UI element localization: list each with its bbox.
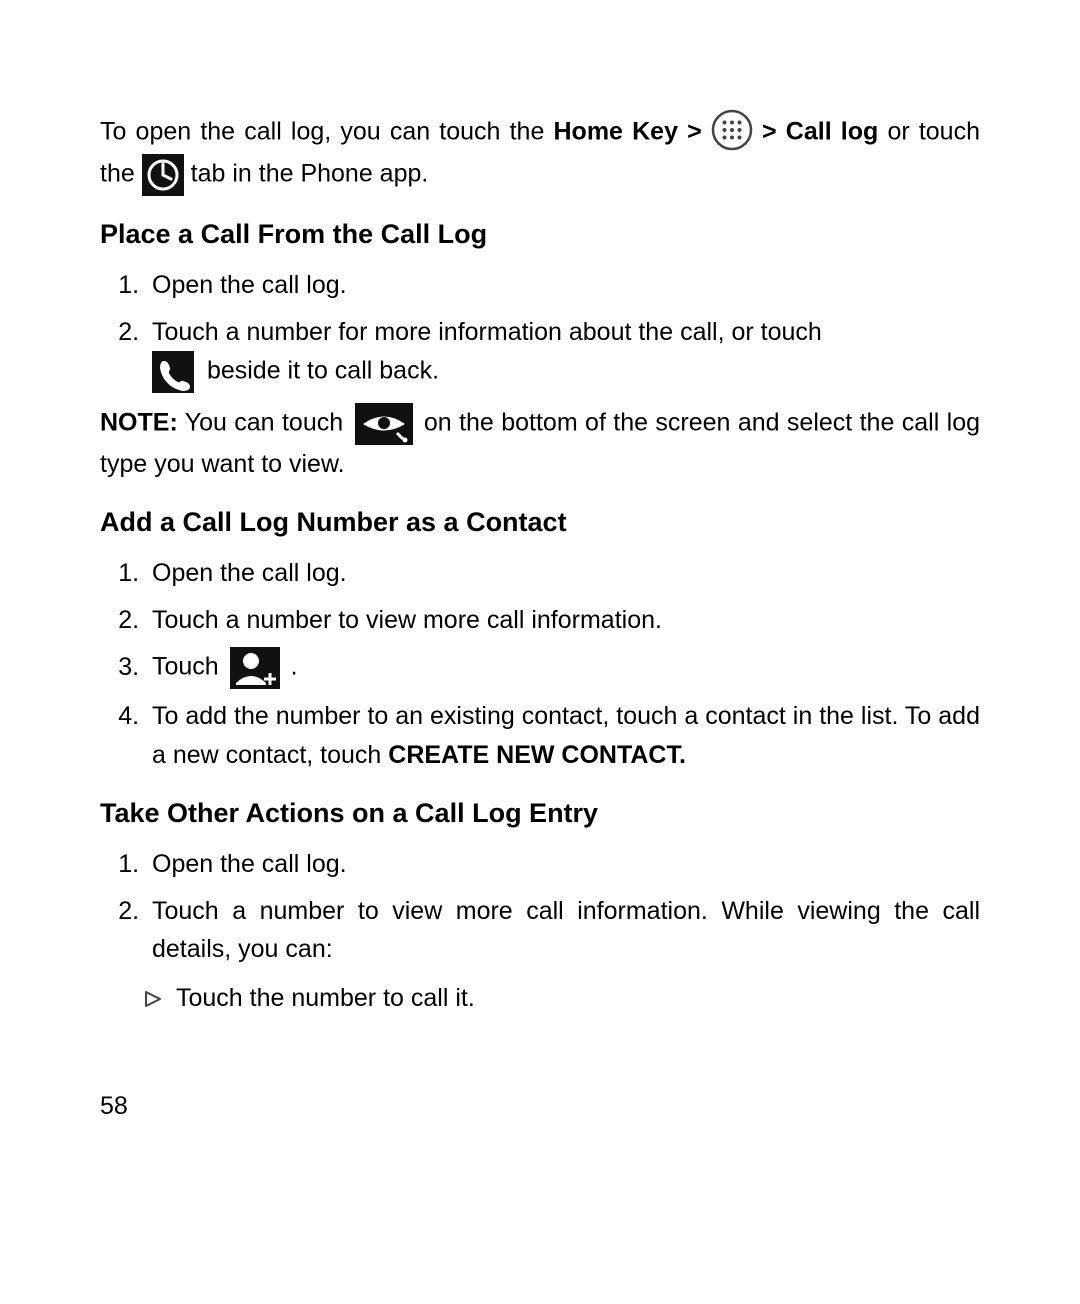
place-step-1: Open the call log. bbox=[146, 266, 980, 305]
intro-paragraph: To open the call log, you can touch the … bbox=[100, 112, 980, 196]
heading-other-actions: Take Other Actions on a Call Log Entry bbox=[100, 793, 980, 835]
add-contact-steps: Open the call log. Touch a number to vie… bbox=[100, 554, 980, 775]
add-step-4b: CREATE NEW CONTACT. bbox=[388, 741, 686, 769]
add-step-1: Open the call log. bbox=[146, 554, 980, 593]
intro-home-key: Home Key > bbox=[554, 118, 711, 146]
place-step-2a: Touch a number for more information abou… bbox=[152, 318, 822, 346]
manual-page: To open the call log, you can touch the … bbox=[0, 0, 1080, 1304]
heading-add-contact: Add a Call Log Number as a Contact bbox=[100, 502, 980, 544]
note-label: NOTE: bbox=[100, 409, 178, 437]
actions-sub-bullet: Touch the number to call it. bbox=[100, 979, 980, 1018]
triangle-bullet-icon bbox=[144, 990, 162, 1008]
intro-text-1: To open the call log, you can touch the bbox=[100, 118, 554, 146]
actions-step-2: Touch a number to view more call informa… bbox=[146, 892, 980, 970]
other-actions-steps: Open the call log. Touch a number to vie… bbox=[100, 845, 980, 969]
place-call-steps: Open the call log. Touch a number for mo… bbox=[100, 266, 980, 394]
actions-step-1: Open the call log. bbox=[146, 845, 980, 884]
add-step-3: Touch . bbox=[146, 647, 980, 689]
note-paragraph: NOTE: You can touch on the bottom of the… bbox=[100, 403, 980, 484]
clock-tab-icon bbox=[142, 154, 184, 196]
place-step-2b: beside it to call back. bbox=[200, 357, 439, 385]
intro-call-log: > Call log bbox=[753, 118, 878, 146]
add-contact-icon bbox=[230, 647, 280, 689]
place-step-2: Touch a number for more information abou… bbox=[146, 313, 980, 394]
phone-handset-icon bbox=[152, 351, 194, 393]
view-eye-icon bbox=[355, 403, 413, 445]
apps-menu-icon bbox=[711, 109, 753, 151]
add-step-3a: Touch bbox=[152, 653, 226, 681]
add-step-2: Touch a number to view more call informa… bbox=[146, 601, 980, 640]
actions-bullet-1: Touch the number to call it. bbox=[176, 984, 475, 1012]
intro-tab-tail: tab in the Phone app. bbox=[184, 160, 429, 188]
note-text-1: You can touch bbox=[178, 409, 351, 437]
page-number: 58 bbox=[100, 1087, 128, 1126]
heading-place-call: Place a Call From the Call Log bbox=[100, 214, 980, 256]
add-step-4: To add the number to an existing contact… bbox=[146, 697, 980, 775]
add-step-3b: . bbox=[284, 653, 298, 681]
